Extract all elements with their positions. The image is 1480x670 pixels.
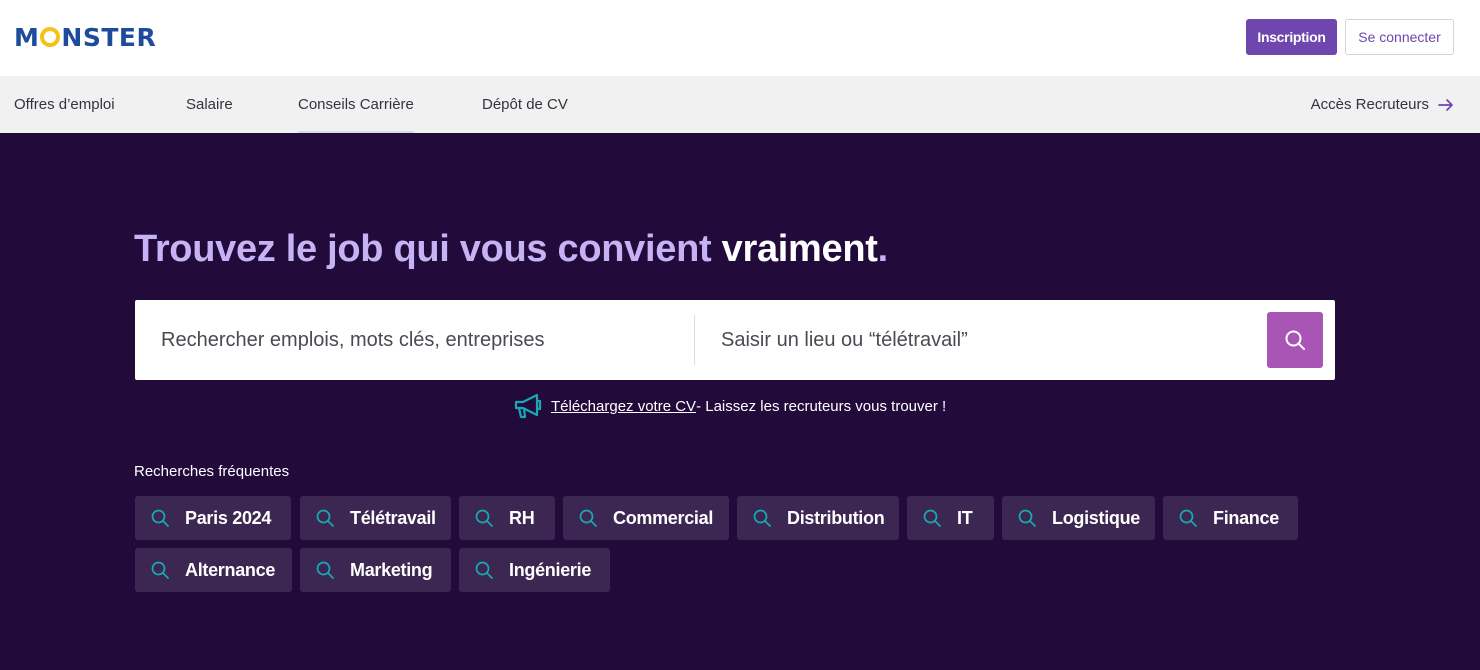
frequent-search-chip[interactable]: Distribution [737, 496, 899, 540]
search-icon [151, 561, 169, 579]
logo-text-end: NSTER [61, 22, 157, 52]
search-button[interactable] [1267, 312, 1323, 368]
nav-item-cv-upload[interactable]: Dépôt de CV [482, 76, 568, 133]
frequent-search-chip[interactable]: Finance [1163, 496, 1298, 540]
upload-cv-text: - Laissez les recruteurs vous trouver ! [696, 397, 947, 415]
chip-label: Paris 2024 [185, 507, 272, 528]
upload-cv-link[interactable]: Téléchargez votre CV [551, 398, 696, 415]
search-divider [694, 315, 695, 365]
chip-label: Finance [1213, 507, 1279, 528]
search-icon [475, 509, 493, 527]
cv-upload-prompt: Téléchargez votre CV - Laissez les recru… [513, 391, 946, 421]
frequent-search-chip[interactable]: Ingénierie [459, 548, 610, 592]
recruiters-access-link[interactable]: Accès Recruteurs [1311, 76, 1454, 133]
nav-item-salary[interactable]: Salaire [186, 76, 233, 133]
search-icon [923, 509, 941, 527]
frequent-search-chip[interactable]: Marketing [300, 548, 451, 592]
arrow-right-icon [1438, 98, 1453, 111]
hero-section: Trouvez le job qui vous convient vraimen… [0, 133, 1480, 670]
frequent-search-chip[interactable]: Paris 2024 [135, 496, 291, 540]
logo-o-ring [40, 27, 61, 47]
chip-label: Logistique [1052, 507, 1140, 528]
chip-label: IT [957, 507, 973, 528]
frequent-searches-label: Recherches fréquentes [134, 463, 290, 480]
search-icon [579, 509, 597, 527]
chip-label: Commercial [613, 507, 714, 528]
hero-title: Trouvez le job qui vous convient vraimen… [134, 226, 888, 272]
frequent-search-chip[interactable]: Commercial [563, 496, 729, 540]
monster-logo[interactable]: M NSTER [14, 21, 156, 53]
search-icon [475, 561, 493, 579]
frequent-search-chip[interactable]: RH [459, 496, 555, 540]
hero-title-end: . [877, 228, 889, 270]
main-nav: Offres d’emploi Salaire Conseils Carrièr… [0, 76, 1480, 133]
login-button[interactable]: Se connecter [1345, 19, 1454, 55]
hero-title-accent: vraiment [721, 228, 878, 270]
frequent-search-chip[interactable]: IT [907, 496, 994, 540]
job-search-form [135, 300, 1335, 380]
frequent-search-chip[interactable]: Logistique [1002, 496, 1155, 540]
megaphone-icon [514, 393, 542, 419]
search-icon [316, 561, 334, 579]
chip-label: RH [509, 507, 535, 528]
chip-label: Marketing [350, 559, 433, 580]
nav-item-career-advice[interactable]: Conseils Carrière [298, 76, 414, 133]
chip-label: Distribution [787, 507, 885, 528]
chip-label: Ingénierie [509, 559, 592, 580]
search-icon [753, 509, 771, 527]
keywords-search-input[interactable] [159, 314, 679, 366]
chip-label: Télétravail [350, 507, 436, 528]
search-icon [1285, 330, 1305, 350]
location-search-input[interactable] [719, 314, 1249, 366]
nav-item-jobs[interactable]: Offres d’emploi [14, 76, 115, 133]
hero-title-main: Trouvez le job qui vous convient [134, 228, 722, 270]
signup-button[interactable]: Inscription [1246, 19, 1337, 55]
search-icon [151, 509, 169, 527]
recruiters-access-label: Accès Recruteurs [1310, 96, 1429, 113]
top-header: M NSTER Inscription Se connecter [0, 0, 1480, 76]
frequent-search-chip[interactable]: Télétravail [300, 496, 451, 540]
search-icon [316, 509, 334, 527]
search-icon [1179, 509, 1197, 527]
search-icon [1018, 509, 1036, 527]
frequent-search-chip[interactable]: Alternance [135, 548, 292, 592]
chip-label: Alternance [185, 559, 276, 580]
logo-text-start: M [14, 22, 40, 52]
